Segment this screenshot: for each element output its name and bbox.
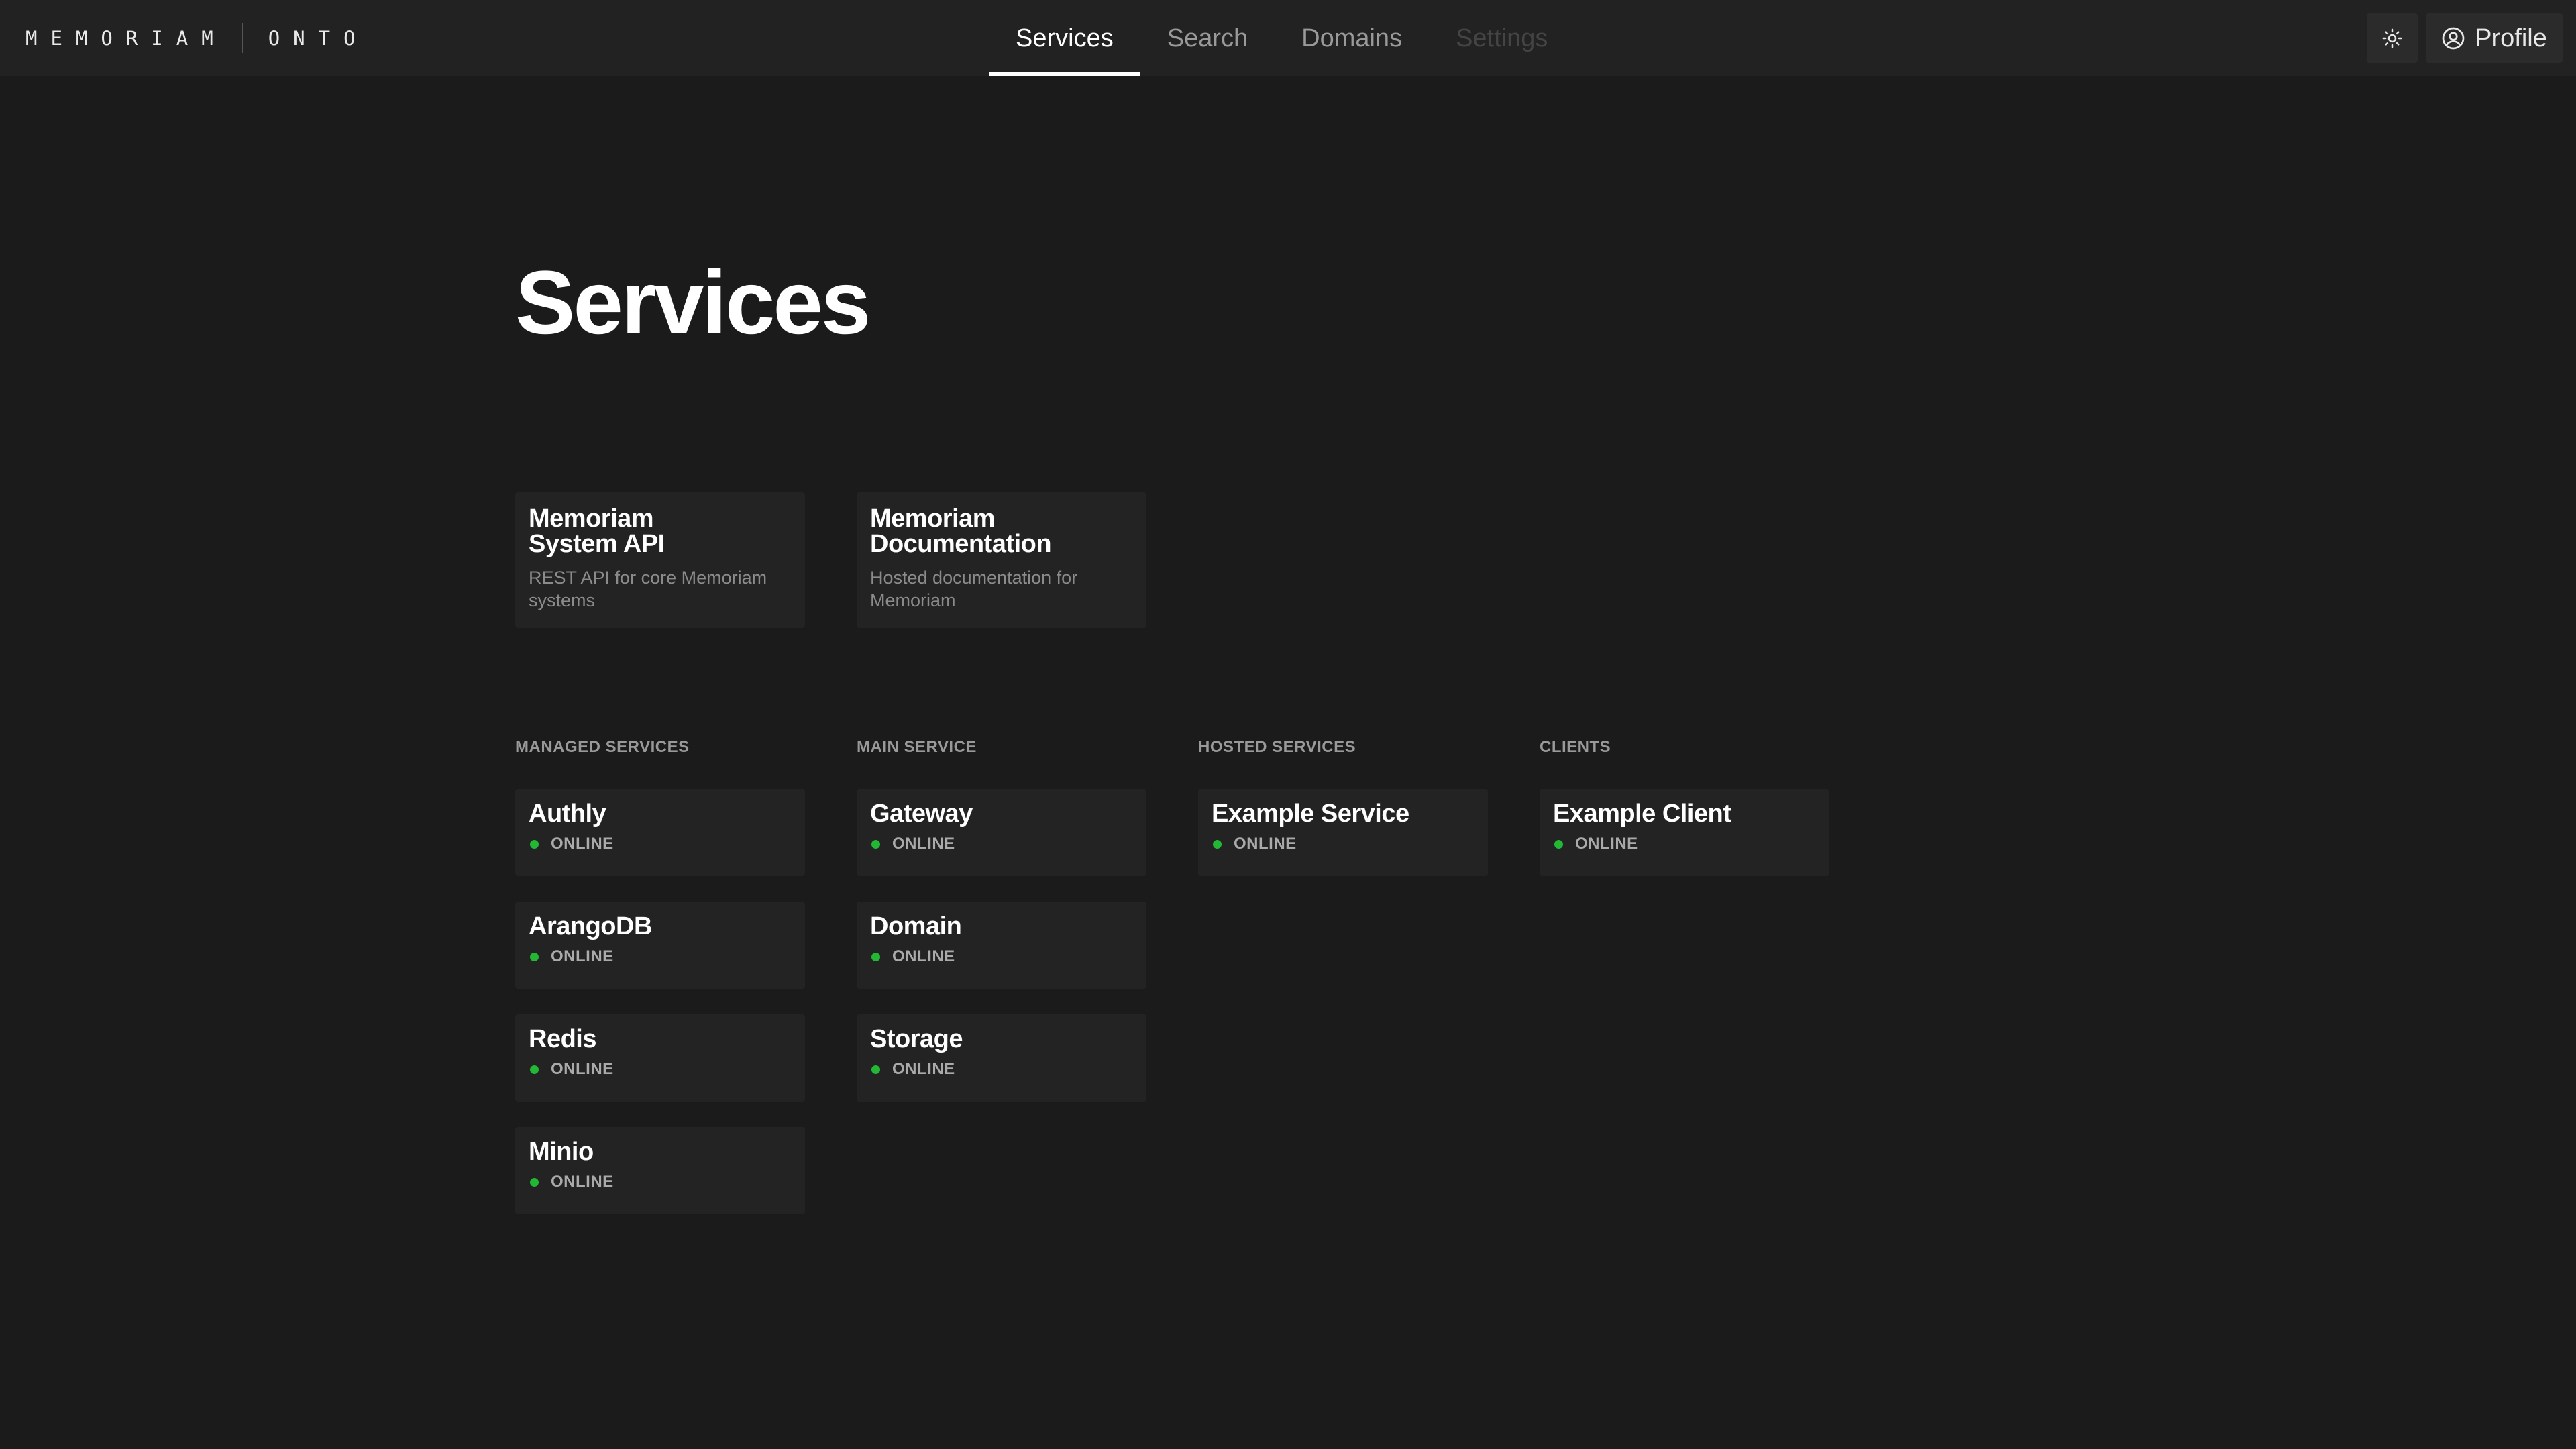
- profile-label: Profile: [2475, 23, 2547, 52]
- status-indicator: ONLINE: [529, 1060, 792, 1079]
- online-status-dot: [871, 952, 880, 961]
- service-card-storage[interactable]: Storage ONLINE: [857, 1014, 1146, 1102]
- service-name: Storage: [870, 1025, 963, 1053]
- section-label-hosted-services: HOSTED SERVICES: [1198, 738, 1356, 756]
- service-name: Authly: [529, 800, 606, 828]
- status-text: ONLINE: [892, 1060, 955, 1078]
- online-status-dot: [871, 1065, 880, 1074]
- service-name: Example Client: [1553, 800, 1731, 828]
- online-status-dot: [1554, 839, 1563, 849]
- top-navigation-bar: MEMORIAM ONTO Services Search Domains Se…: [0, 0, 2576, 76]
- tab-services[interactable]: Services: [989, 0, 1140, 76]
- service-name: Redis: [529, 1025, 596, 1053]
- section-label-managed-services: MANAGED SERVICES: [515, 738, 690, 756]
- theme-toggle-button[interactable]: [2367, 13, 2418, 63]
- status-indicator: ONLINE: [1553, 835, 1816, 853]
- service-card-example-service[interactable]: Example Service ONLINE: [1198, 789, 1488, 876]
- tab-search[interactable]: Search: [1140, 0, 1275, 76]
- status-indicator: ONLINE: [529, 1173, 792, 1191]
- online-status-dot: [530, 1065, 539, 1074]
- online-status-dot: [871, 839, 880, 849]
- tab-settings: Settings: [1429, 0, 1574, 76]
- service-name: Example Service: [1212, 800, 1409, 828]
- status-indicator: ONLINE: [529, 947, 792, 966]
- documentation-card[interactable]: Memoriam Documentation Hosted documentat…: [857, 492, 1146, 628]
- tab-search-label: Search: [1167, 23, 1248, 52]
- service-card-authly[interactable]: Authly ONLINE: [515, 789, 805, 876]
- card-title-line: Documentation: [870, 530, 1052, 558]
- tab-settings-label: Settings: [1456, 23, 1548, 52]
- status-indicator: ONLINE: [529, 835, 792, 853]
- brand-name: MEMORIAM: [25, 27, 227, 50]
- card-title: Memoriam System API: [529, 506, 792, 557]
- service-card-arangodb[interactable]: ArangoDB ONLINE: [515, 902, 805, 989]
- tab-services-label: Services: [1016, 23, 1114, 52]
- brand-product: ONTO: [268, 27, 369, 50]
- online-status-dot: [530, 1177, 539, 1187]
- status-text: ONLINE: [551, 835, 614, 853]
- profile-button[interactable]: Profile: [2426, 13, 2563, 63]
- status-indicator: ONLINE: [870, 947, 1133, 966]
- card-title: Memoriam Documentation: [870, 506, 1133, 557]
- service-name: ArangoDB: [529, 912, 652, 941]
- brand-logo[interactable]: MEMORIAM ONTO: [25, 0, 369, 76]
- service-card-example-client[interactable]: Example Client ONLINE: [1540, 789, 1829, 876]
- tab-domains[interactable]: Domains: [1275, 0, 1429, 76]
- service-card-redis[interactable]: Redis ONLINE: [515, 1014, 805, 1102]
- status-text: ONLINE: [892, 835, 955, 853]
- online-status-dot: [1213, 839, 1222, 849]
- section-label-main-service: MAIN SERVICE: [857, 738, 977, 756]
- section-label-clients: CLIENTS: [1540, 738, 1611, 756]
- tab-domains-label: Domains: [1301, 23, 1403, 52]
- sun-icon: [2382, 28, 2402, 48]
- status-indicator: ONLINE: [1212, 835, 1474, 853]
- card-description: Hosted documentation for Memoriam: [870, 568, 1078, 610]
- status-indicator: ONLINE: [870, 1060, 1133, 1079]
- brand-divider: [241, 23, 243, 53]
- main-nav-tabs: Services Search Domains Settings: [989, 0, 1574, 76]
- service-name: Gateway: [870, 800, 973, 828]
- online-status-dot: [530, 839, 539, 849]
- card-description: REST API for core Memoriam systems: [529, 568, 767, 610]
- status-text: ONLINE: [1575, 835, 1638, 853]
- card-title-line: System API: [529, 530, 665, 558]
- status-text: ONLINE: [892, 947, 955, 965]
- service-name: Domain: [870, 912, 962, 941]
- system-api-card[interactable]: Memoriam System API REST API for core Me…: [515, 492, 805, 628]
- status-text: ONLINE: [551, 947, 614, 965]
- service-card-minio[interactable]: Minio ONLINE: [515, 1127, 805, 1214]
- card-title-line: Memoriam: [529, 504, 654, 533]
- status-text: ONLINE: [1234, 835, 1297, 853]
- service-card-domain[interactable]: Domain ONLINE: [857, 902, 1146, 989]
- online-status-dot: [530, 952, 539, 961]
- status-text: ONLINE: [551, 1060, 614, 1078]
- status-indicator: ONLINE: [870, 835, 1133, 853]
- card-title-line: Memoriam: [870, 504, 996, 533]
- status-text: ONLINE: [551, 1173, 614, 1191]
- service-card-gateway[interactable]: Gateway ONLINE: [857, 789, 1146, 876]
- service-name: Minio: [529, 1138, 594, 1166]
- page-title: Services: [515, 253, 871, 353]
- user-circle-icon: [2442, 27, 2465, 50]
